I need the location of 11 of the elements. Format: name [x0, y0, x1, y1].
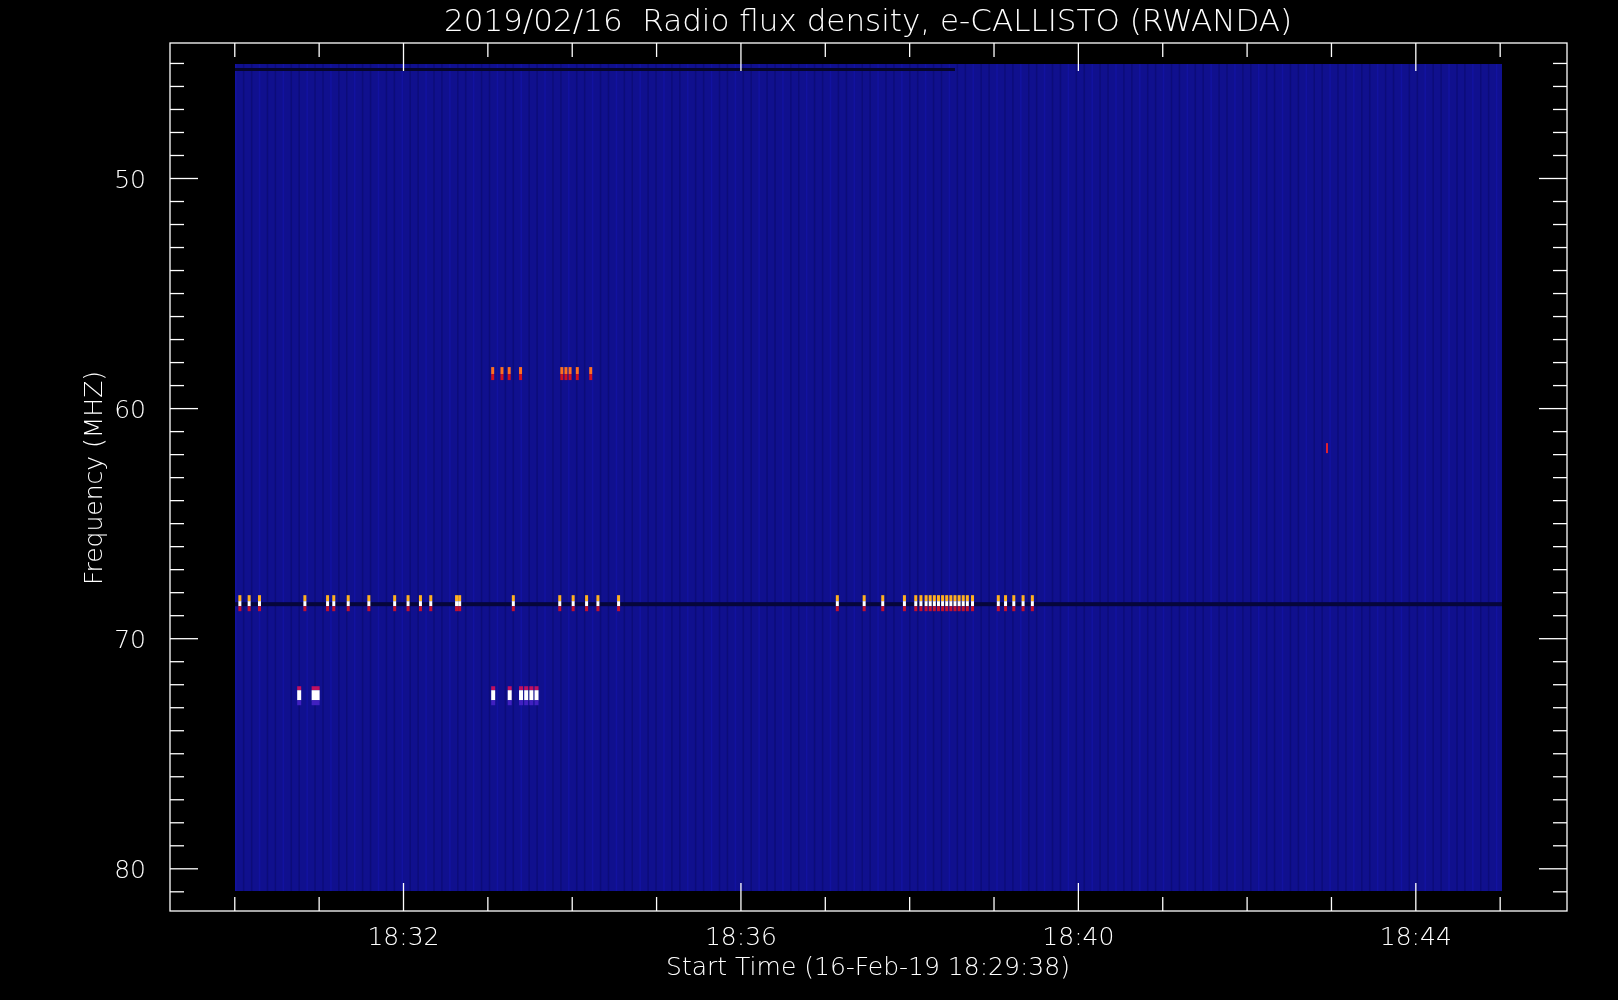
y-tick-label: 80	[114, 854, 146, 884]
y-tick-label: 60	[114, 394, 146, 424]
x-tick-label: 18:44	[1379, 922, 1452, 951]
y-tick-label: 70	[114, 624, 146, 654]
x-tick-label: 18:32	[367, 922, 440, 951]
x-axis-label: Start Time (16-Feb-19 18:29:38)	[666, 952, 1070, 981]
x-tick-label: 18:40	[1042, 922, 1115, 951]
chart-title: 2019/02/16 Radio flux density, e-CALLISTO (RWANDA)	[443, 2, 1293, 38]
y-tick-label: 50	[114, 164, 146, 194]
y-axis-label: Frequency (MHZ)	[79, 370, 108, 586]
x-tick-label: 18:36	[704, 922, 777, 951]
